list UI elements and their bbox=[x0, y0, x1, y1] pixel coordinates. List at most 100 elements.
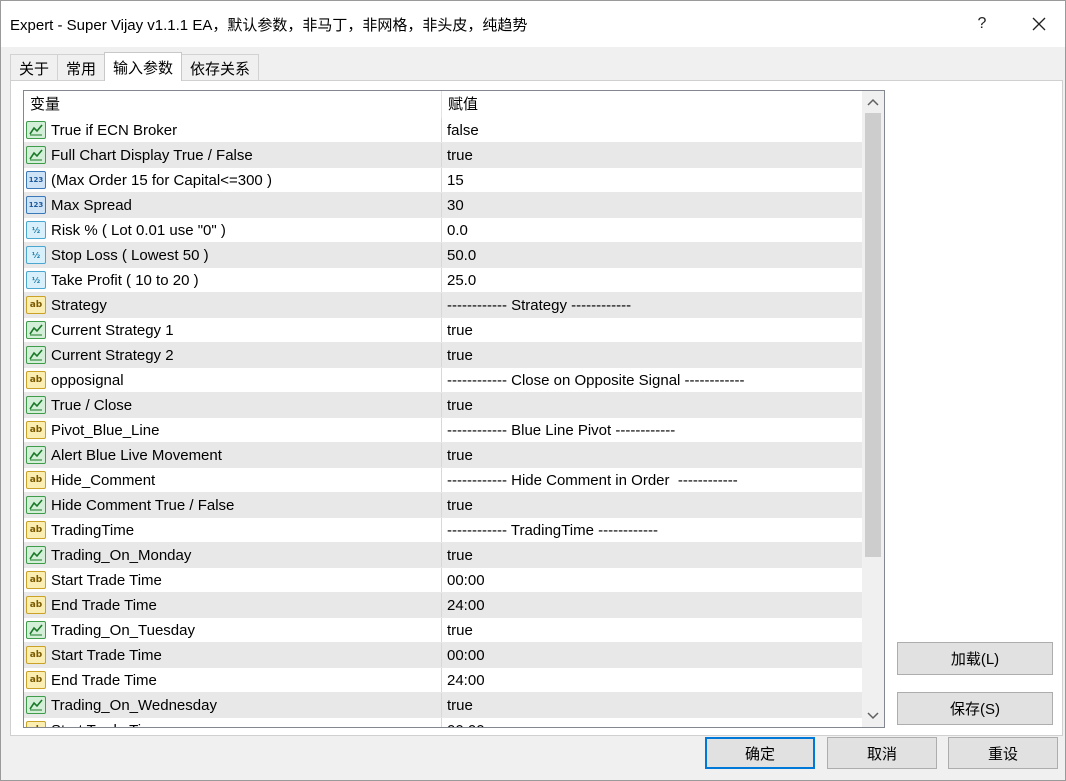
variable-cell[interactable]: ab Start Trade Time bbox=[24, 643, 442, 667]
value-cell[interactable]: ------------ TradingTime ------------ bbox=[442, 518, 862, 542]
value-cell[interactable]: true bbox=[442, 543, 862, 567]
variable-cell[interactable]: ab Start Trade Time bbox=[24, 718, 442, 727]
variable-cell[interactable]: ½ Take Profit ( 10 to 20 ) bbox=[24, 268, 442, 292]
variable-cell[interactable]: ab End Trade Time bbox=[24, 593, 442, 617]
value-cell[interactable]: 25.0 bbox=[442, 268, 862, 292]
string-type-icon: ab bbox=[26, 596, 46, 614]
table-row[interactable]: ab Hide_Comment ------------ Hide Comment … bbox=[24, 468, 862, 493]
grid-rows: True if ECN Broker false Full Chart Displa… bbox=[24, 118, 862, 728]
string-type-icon: ab bbox=[26, 421, 46, 439]
variable-cell[interactable]: Alert Blue Live Movement bbox=[24, 443, 442, 467]
column-header-value[interactable]: 赋值 bbox=[442, 91, 862, 118]
value-cell[interactable]: ------------ Close on Opposite Signal --… bbox=[442, 368, 862, 392]
tab-common[interactable]: 常用 bbox=[57, 54, 106, 81]
variable-cell[interactable]: Full Chart Display True / False bbox=[24, 143, 442, 167]
help-button[interactable]: ? bbox=[959, 7, 1005, 41]
value-cell[interactable]: false bbox=[442, 118, 862, 142]
variable-cell[interactable]: ab End Trade Time bbox=[24, 668, 442, 692]
table-row[interactable]: Current Strategy 2 true bbox=[24, 343, 862, 368]
ok-button[interactable]: 确定 bbox=[705, 737, 815, 769]
variable-cell[interactable]: Trading_On_Monday bbox=[24, 543, 442, 567]
table-row[interactable]: Hide Comment True / False true bbox=[24, 493, 862, 518]
table-row[interactable]: Current Strategy 1 true bbox=[24, 318, 862, 343]
cancel-button[interactable]: 取消 bbox=[827, 737, 937, 769]
table-row[interactable]: ab End Trade Time 24:00 bbox=[24, 593, 862, 618]
value-cell[interactable]: true bbox=[442, 443, 862, 467]
value-cell[interactable]: 50.0 bbox=[442, 243, 862, 267]
value-cell[interactable]: ------------ Hide Comment in Order -----… bbox=[442, 468, 862, 492]
value-cell[interactable]: true bbox=[442, 493, 862, 517]
variable-cell[interactable]: Trading_On_Tuesday bbox=[24, 618, 442, 642]
table-row[interactable]: Full Chart Display True / False true bbox=[24, 143, 862, 168]
table-row[interactable]: ½ Risk % ( Lot 0.01 use "0" ) 0.0 bbox=[24, 218, 862, 243]
reset-button[interactable]: 重设 bbox=[948, 737, 1058, 769]
table-row[interactable]: True if ECN Broker false bbox=[24, 118, 862, 143]
variable-cell[interactable]: ½ Risk % ( Lot 0.01 use "0" ) bbox=[24, 218, 442, 242]
variable-cell[interactable]: 123 Max Spread bbox=[24, 193, 442, 217]
variable-cell[interactable]: Trading_On_Wednesday bbox=[24, 693, 442, 717]
save-button[interactable]: 保存(S) bbox=[897, 692, 1053, 725]
scroll-down-arrow[interactable] bbox=[862, 705, 884, 727]
variable-name: Hide Comment True / False bbox=[51, 496, 235, 514]
table-row[interactable]: ab opposignal ------------ Close on Opposi… bbox=[24, 368, 862, 393]
bool-type-icon bbox=[26, 621, 46, 639]
variable-cell[interactable]: ab TradingTime bbox=[24, 518, 442, 542]
vertical-scrollbar[interactable] bbox=[862, 91, 884, 727]
table-row[interactable]: Trading_On_Wednesday true bbox=[24, 693, 862, 718]
variable-cell[interactable]: Hide Comment True / False bbox=[24, 493, 442, 517]
table-row[interactable]: ab Start Trade Time 00:00 bbox=[24, 568, 862, 593]
close-button[interactable] bbox=[1016, 7, 1062, 41]
value-cell[interactable]: 24:00 bbox=[442, 668, 862, 692]
column-header-variable[interactable]: 变量 bbox=[24, 91, 442, 118]
table-row[interactable]: Trading_On_Tuesday true bbox=[24, 618, 862, 643]
load-button[interactable]: 加载(L) bbox=[897, 642, 1053, 675]
variable-cell[interactable]: 123 (Max Order 15 for Capital<=300 ) bbox=[24, 168, 442, 192]
variable-cell[interactable]: True / Close bbox=[24, 393, 442, 417]
tab-dependencies[interactable]: 依存关系 bbox=[181, 54, 260, 81]
value-cell[interactable]: ------------ Strategy ------------ bbox=[442, 293, 862, 317]
variable-cell[interactable]: ab Hide_Comment bbox=[24, 468, 442, 492]
tab-inputs[interactable]: 输入参数 bbox=[104, 52, 183, 81]
tab-about[interactable]: 关于 bbox=[10, 54, 59, 81]
table-row[interactable]: ab TradingTime ------------ TradingTime --… bbox=[24, 518, 862, 543]
variable-cell[interactable]: True if ECN Broker bbox=[24, 118, 442, 142]
table-row[interactable]: ab Start Trade Time 00:00 bbox=[24, 643, 862, 668]
value-cell[interactable]: true bbox=[442, 393, 862, 417]
table-row[interactable]: 123 Max Spread 30 bbox=[24, 193, 862, 218]
variable-name: True / Close bbox=[51, 396, 133, 414]
table-row[interactable]: ½ Take Profit ( 10 to 20 ) 25.0 bbox=[24, 268, 862, 293]
variable-cell[interactable]: Current Strategy 1 bbox=[24, 318, 442, 342]
table-row[interactable]: ab Strategy ------------ Strategy --------… bbox=[24, 293, 862, 318]
value-cell[interactable]: 0.0 bbox=[442, 218, 862, 242]
variable-cell[interactable]: ab Strategy bbox=[24, 293, 442, 317]
table-row[interactable]: ab Start Trade Time 00:00 bbox=[24, 718, 862, 728]
value-cell[interactable]: true bbox=[442, 318, 862, 342]
int-type-icon: 123 bbox=[26, 196, 46, 214]
table-row[interactable]: Alert Blue Live Movement true bbox=[24, 443, 862, 468]
scroll-up-arrow[interactable] bbox=[862, 91, 884, 113]
string-type-icon: ab bbox=[26, 721, 46, 727]
scroll-thumb[interactable] bbox=[865, 113, 881, 557]
table-row[interactable]: ½ Stop Loss ( Lowest 50 ) 50.0 bbox=[24, 243, 862, 268]
value-cell[interactable]: 30 bbox=[442, 193, 862, 217]
value-cell[interactable]: true bbox=[442, 693, 862, 717]
variable-cell[interactable]: ½ Stop Loss ( Lowest 50 ) bbox=[24, 243, 442, 267]
value-cell[interactable]: 15 bbox=[442, 168, 862, 192]
table-row[interactable]: True / Close true bbox=[24, 393, 862, 418]
table-row[interactable]: ab End Trade Time 24:00 bbox=[24, 668, 862, 693]
value-cell[interactable]: 00:00 bbox=[442, 568, 862, 592]
table-row[interactable]: Trading_On_Monday true bbox=[24, 543, 862, 568]
variable-cell[interactable]: ab Pivot_Blue_Line bbox=[24, 418, 442, 442]
value-cell[interactable]: true bbox=[442, 143, 862, 167]
value-cell[interactable]: 24:00 bbox=[442, 593, 862, 617]
value-cell[interactable]: ------------ Blue Line Pivot -----------… bbox=[442, 418, 862, 442]
variable-cell[interactable]: ab Start Trade Time bbox=[24, 568, 442, 592]
table-row[interactable]: 123 (Max Order 15 for Capital<=300 ) 15 bbox=[24, 168, 862, 193]
variable-cell[interactable]: Current Strategy 2 bbox=[24, 343, 442, 367]
value-cell[interactable]: 00:00 bbox=[442, 643, 862, 667]
variable-cell[interactable]: ab opposignal bbox=[24, 368, 442, 392]
table-row[interactable]: ab Pivot_Blue_Line ------------ Blue Line … bbox=[24, 418, 862, 443]
value-cell[interactable]: true bbox=[442, 618, 862, 642]
value-cell[interactable]: true bbox=[442, 343, 862, 367]
value-cell[interactable]: 00:00 bbox=[442, 718, 862, 728]
